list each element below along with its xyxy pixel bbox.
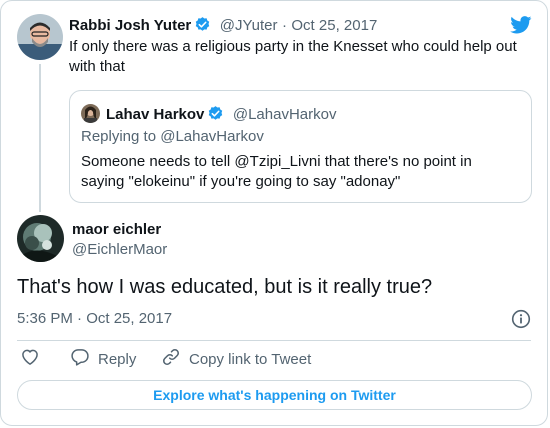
quoted-author-avatar xyxy=(81,104,100,123)
explore-label: Explore what's happening on Twitter xyxy=(153,387,396,403)
verified-badge-icon xyxy=(207,105,224,127)
link-icon xyxy=(161,347,181,371)
copy-link-button[interactable]: Copy link to Tweet xyxy=(161,348,311,370)
action-divider xyxy=(17,340,531,341)
explore-twitter-button[interactable]: Explore what's happening on Twitter xyxy=(17,380,532,410)
reply-bubble-icon xyxy=(70,347,90,371)
replying-to-label: Replying to @LahavHarkov xyxy=(81,128,264,145)
quoted-tweet-header: Lahav Harkov @LahavHarkov xyxy=(106,105,336,127)
main-author-avatar[interactable] xyxy=(17,215,64,262)
quoted-tweet-text: Someone needs to tell @Tzipi_Livni that … xyxy=(81,153,472,190)
reply-button[interactable]: Reply xyxy=(70,348,136,370)
main-tweet-text: That's how I was educated, but is it rea… xyxy=(17,276,433,298)
heart-icon xyxy=(20,347,40,371)
parent-tweet-date[interactable]: Oct 25, 2017 xyxy=(291,17,377,34)
parent-tweet-header: Rabbi Josh Yuter @JYuter · Oct 25, 2017 xyxy=(69,16,377,38)
thread-connector-line xyxy=(39,64,41,212)
copy-link-label: Copy link to Tweet xyxy=(189,350,312,368)
main-author-handle[interactable]: @EichlerMaor xyxy=(72,241,167,258)
dot-separator: · xyxy=(281,17,287,34)
verified-badge-icon xyxy=(194,16,211,38)
main-author-name[interactable]: maor eichler xyxy=(72,221,161,238)
quoted-author-handle: @LahavHarkov xyxy=(232,106,337,123)
parent-tweet-text: If only there was a religious party in t… xyxy=(69,38,517,75)
parent-author-avatar[interactable] xyxy=(17,14,63,60)
like-button[interactable] xyxy=(20,348,40,370)
parent-author-handle[interactable]: @JYuter xyxy=(220,17,278,34)
info-icon[interactable] xyxy=(511,309,531,329)
parent-author-name[interactable]: Rabbi Josh Yuter xyxy=(69,17,191,34)
main-tweet-timestamp[interactable]: 5:36 PM · Oct 25, 2017 xyxy=(17,310,172,327)
quoted-author-name: Lahav Harkov xyxy=(106,106,205,123)
twitter-bird-icon[interactable] xyxy=(510,16,532,34)
reply-label: Reply xyxy=(98,350,137,368)
